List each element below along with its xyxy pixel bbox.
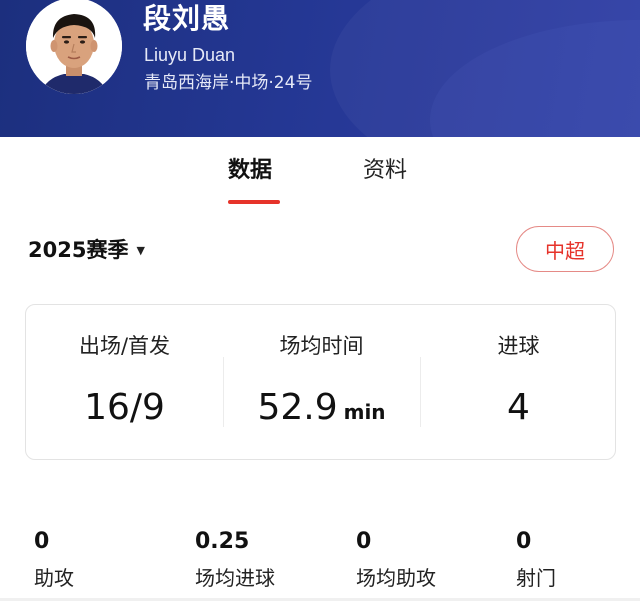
stat-value: 52.9 min: [223, 383, 420, 437]
mini-stat-value: 0: [34, 529, 50, 554]
stat-goals: 进球 4: [420, 305, 617, 461]
player-name: 段刘愚: [143, 2, 231, 35]
player-english-name: Liuyu Duan: [144, 45, 236, 65]
mini-stat-assists-per-game: 0 场均助攻: [356, 528, 436, 592]
stat-appearances: 出场/首发 16/9: [26, 305, 223, 461]
active-tab-indicator: [228, 200, 280, 204]
mini-stat-shots: 0 射门: [516, 528, 556, 592]
stat-number: 16/9: [84, 387, 165, 428]
stats-summary-card: 出场/首发 16/9 场均时间 52.9 min 进球 4: [25, 304, 616, 460]
mini-stat-value: 0: [516, 529, 532, 554]
mini-stat-value: 0: [356, 529, 372, 554]
mini-stat-label: 场均助攻: [356, 566, 436, 590]
mini-stat-value: 0.25: [195, 529, 250, 554]
stat-number: 52.9: [257, 387, 338, 428]
player-team-position: 青岛西海岸·中场·24号: [144, 73, 313, 93]
stat-label: 场均时间: [279, 334, 364, 358]
stat-number: 4: [507, 387, 530, 428]
stat-value: 16/9: [26, 383, 223, 433]
tab-profile[interactable]: 资料: [363, 156, 407, 186]
stat-minutes-per-game: 场均时间 52.9 min: [223, 305, 420, 461]
mini-stat-assists: 0 助攻: [34, 528, 74, 592]
stat-label: 出场/首发: [78, 334, 171, 358]
tab-data[interactable]: 数据: [228, 156, 272, 186]
mini-stat-label: 射门: [516, 566, 556, 590]
stat-value: 4: [420, 383, 617, 433]
league-button[interactable]: 中超: [516, 226, 614, 272]
stat-unit: min: [343, 400, 386, 424]
season-selector[interactable]: 2025赛季 ▼: [28, 235, 145, 265]
caret-down-icon: ▼: [136, 244, 145, 257]
stat-label: 进球: [497, 334, 540, 358]
mini-stat-label: 助攻: [34, 566, 74, 590]
player-photo: [26, 0, 122, 94]
player-header: 段刘愚 Liuyu Duan 青岛西海岸·中场·24号: [0, 0, 640, 137]
mini-stat-label: 场均进球: [195, 566, 275, 590]
mini-stat-goals-per-game: 0.25 场均进球: [195, 528, 275, 592]
season-label: 2025赛季: [28, 238, 129, 262]
avatar[interactable]: [26, 0, 122, 94]
